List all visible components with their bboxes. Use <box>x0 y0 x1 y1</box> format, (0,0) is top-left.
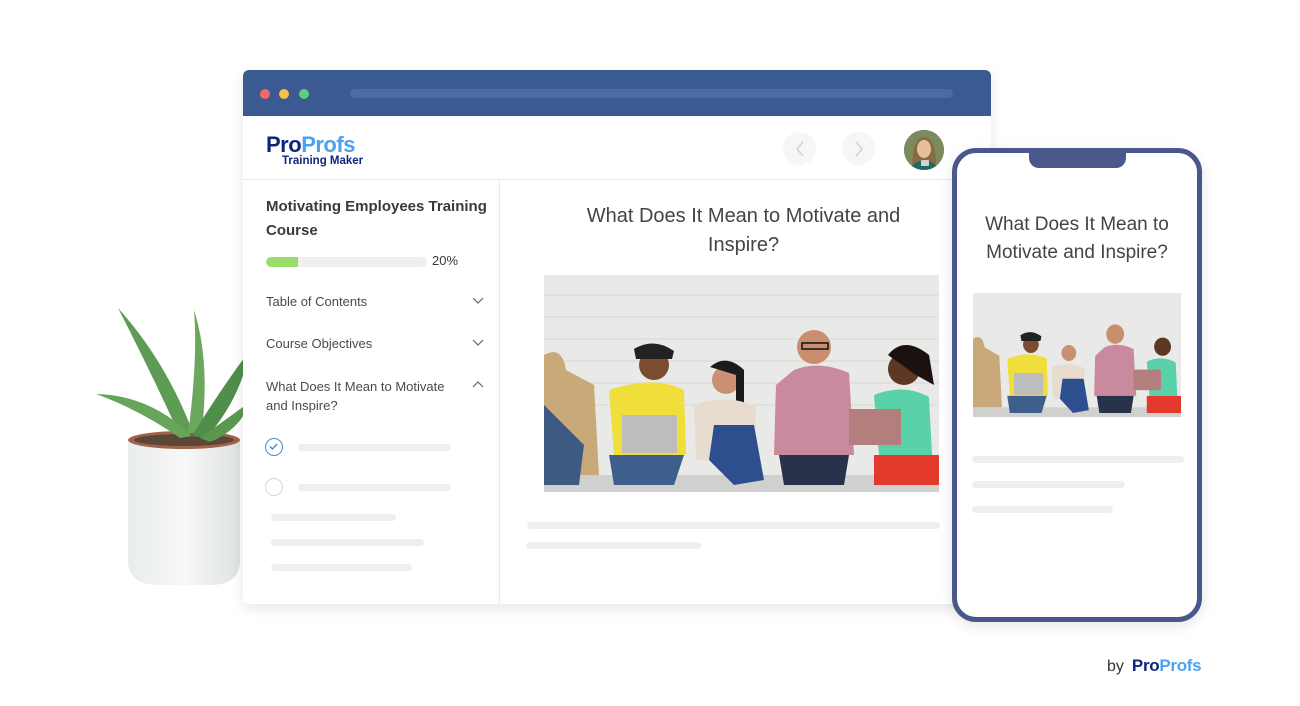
lesson-item-incomplete[interactable] <box>265 478 465 496</box>
brand-secondary: Profs <box>1159 656 1202 675</box>
browser-titlebar <box>243 70 991 116</box>
placeholder-line <box>271 564 412 571</box>
logo-primary-text: Pro <box>266 132 302 157</box>
next-button[interactable] <box>842 132 875 165</box>
course-progress-bar <box>266 257 427 267</box>
placeholder-line <box>271 539 424 546</box>
placeholder-line <box>972 456 1184 463</box>
sidebar-item-label: Table of Contents <box>266 294 368 309</box>
lesson-placeholder-line <box>298 484 451 491</box>
close-window-icon[interactable] <box>260 89 270 99</box>
placeholder-line <box>271 514 396 521</box>
address-bar[interactable] <box>350 89 953 98</box>
empty-circle-icon <box>265 478 283 496</box>
logo-secondary-text: Profs <box>301 132 355 157</box>
chevron-down-icon <box>472 297 484 304</box>
browser-window: ProProfs Training Maker Motivating Emplo… <box>243 70 991 604</box>
lesson-hero-image <box>544 275 939 492</box>
course-sidebar: Motivating Employees Training Course 20%… <box>243 180 500 604</box>
chevron-up-icon <box>472 381 484 388</box>
placeholder-line <box>527 522 940 529</box>
progress-fill <box>266 257 299 267</box>
placeholder-line <box>972 481 1125 488</box>
check-circle-icon <box>265 438 283 456</box>
lesson-content: What Does It Mean to Motivate and Inspir… <box>501 180 991 604</box>
chevron-down-icon <box>472 339 484 346</box>
by-proprofs-branding: by ProProfs <box>1107 656 1202 676</box>
avatar-photo <box>904 130 944 170</box>
placeholder-line <box>526 542 701 549</box>
minimize-window-icon[interactable] <box>279 89 289 99</box>
sidebar-item-label: What Does It Mean to Motivate and Inspir… <box>266 379 445 413</box>
maximize-window-icon[interactable] <box>299 89 309 99</box>
sidebar-item-label: Course Objectives <box>266 336 373 351</box>
user-avatar[interactable] <box>904 130 944 170</box>
sidebar-item-table-of-contents[interactable]: Table of Contents <box>266 292 488 311</box>
placeholder-line <box>972 506 1113 513</box>
mobile-preview: What Does It Mean to Motivate and Inspir… <box>952 148 1202 622</box>
app-header: ProProfs Training Maker <box>243 116 991 180</box>
chevron-left-icon <box>795 141 804 156</box>
lesson-title: What Does It Mean to Motivate and Inspir… <box>586 205 901 256</box>
mobile-lesson-title: What Does It Mean to Motivate and Inspir… <box>985 214 1169 263</box>
sidebar-item-motivate-inspire[interactable]: What Does It Mean to Motivate and Inspir… <box>266 377 488 415</box>
by-label: by <box>1107 658 1124 675</box>
lesson-item-completed[interactable] <box>265 438 465 456</box>
plant-illustration <box>96 308 250 585</box>
lesson-placeholder-line <box>298 444 451 451</box>
sidebar-item-course-objectives[interactable]: Course Objectives <box>266 334 488 353</box>
chevron-right-icon <box>854 141 863 156</box>
proprofs-logo[interactable]: ProProfs Training Maker <box>266 134 363 168</box>
brand-primary: Pro <box>1131 656 1160 675</box>
phone-notch <box>1029 150 1126 168</box>
mobile-hero-image <box>973 293 1181 417</box>
previous-button[interactable] <box>783 132 816 165</box>
progress-percent: 20% <box>432 253 459 268</box>
course-title: Motivating Employees Training Course <box>266 198 487 239</box>
logo-subtitle: Training Maker <box>282 155 364 167</box>
